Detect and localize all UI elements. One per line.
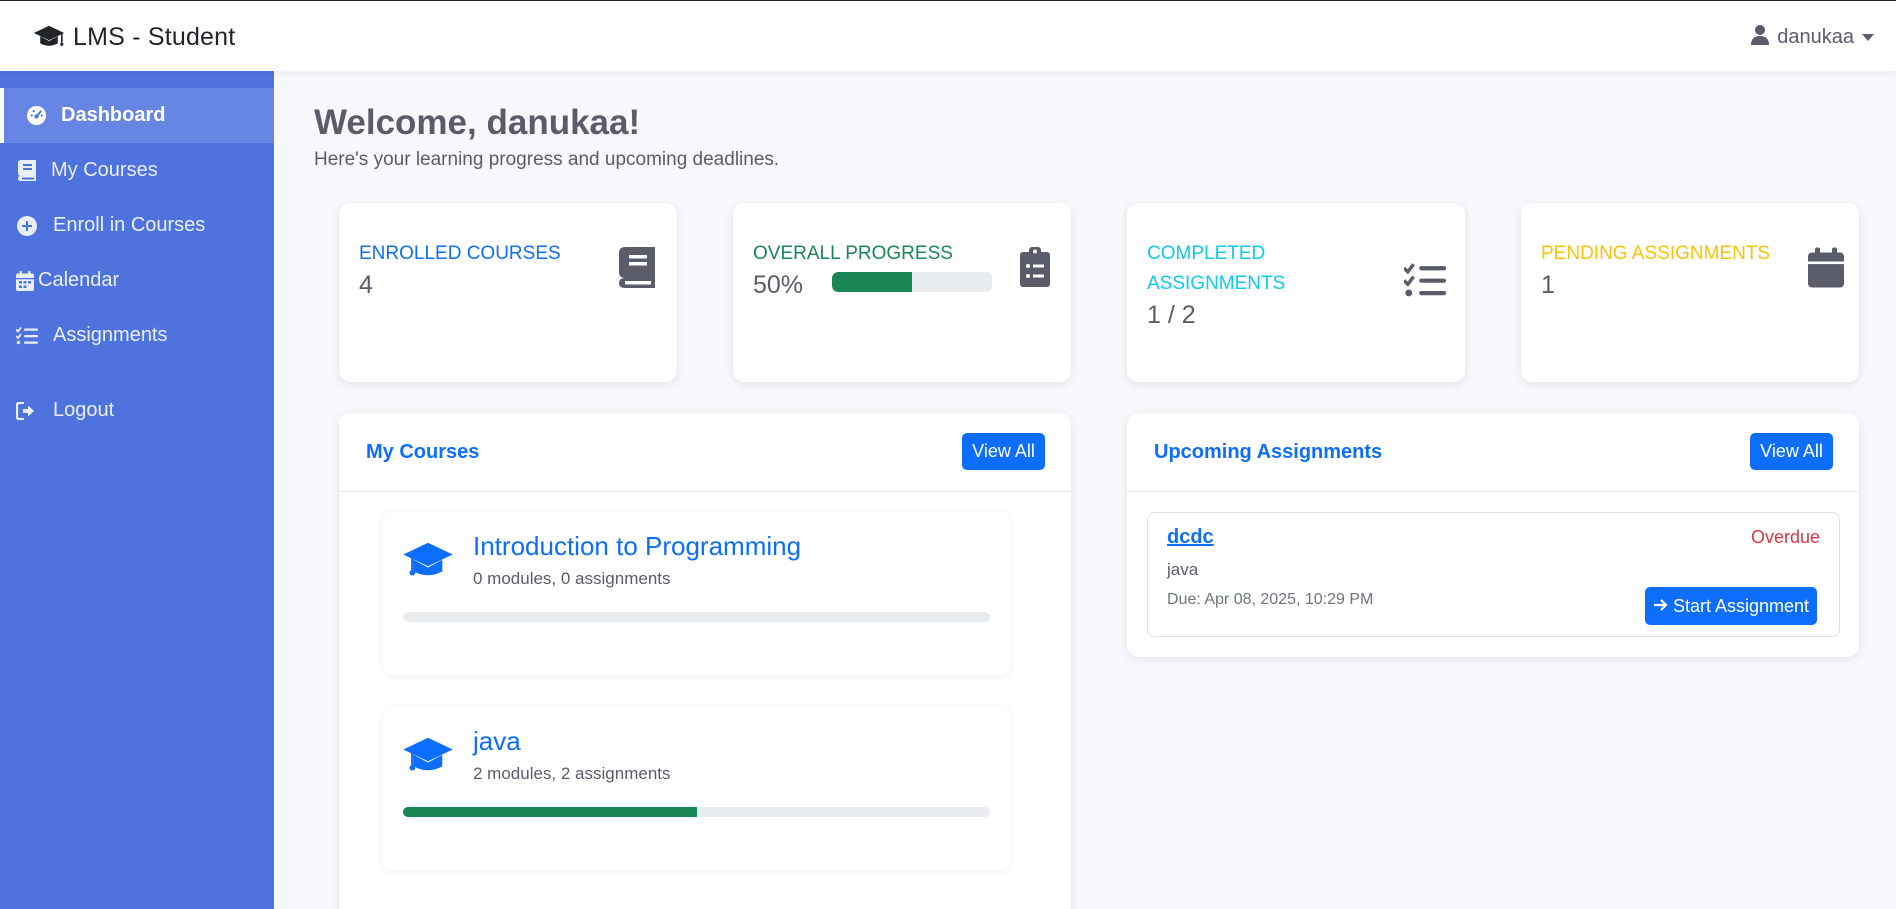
dashboard-gauge-icon [24,104,48,128]
top-navbar: LMS - Student danukaa [0,0,1896,71]
overall-progress-bar [832,272,992,292]
panel-header: Upcoming Assignments View All [1127,413,1859,492]
tasks-list-icon [15,324,39,348]
sidebar-item-enroll[interactable]: Enroll in Courses [0,198,274,253]
sidebar-item-label: Assignments [53,324,168,346]
stat-card-completed: COMPLETED ASSIGNMENTS 1 / 2 [1127,203,1465,382]
upcoming-assignments-panel: Upcoming Assignments View All dcdc Overd… [1127,413,1859,657]
graduation-cap-icon [402,735,454,777]
stat-card-enrolled: ENROLLED COURSES 4 [339,203,677,382]
brand-link[interactable]: LMS - Student [33,21,235,53]
course-card[interactable]: java 2 modules, 2 assignments [383,707,1010,870]
user-dropdown[interactable]: danukaa [1751,25,1874,50]
view-all-courses-button[interactable]: View All [962,433,1045,470]
status-badge: Overdue [1750,527,1820,547]
sidebar-item-dashboard[interactable]: Dashboard [0,88,274,143]
start-assignment-button[interactable]: Start Assignment [1645,587,1817,625]
graduation-cap-icon [33,21,65,53]
stat-card-pending: PENDING ASSIGNMENTS 1 [1521,203,1859,382]
stat-label: OVERALL PROGRESS [753,243,953,264]
my-courses-panel: My Courses View All Introduction to Prog… [339,413,1071,909]
user-icon [1751,25,1770,50]
book-icon [615,245,659,289]
stat-label: PENDING ASSIGNMENTS [1541,243,1771,264]
sidebar-item-my-courses[interactable]: My Courses [0,143,274,198]
course-progress-bar [403,807,990,817]
sidebar-item-label: Calendar [38,269,120,291]
sidebar-item-assignments[interactable]: Assignments [0,308,274,363]
page-subtitle: Here's your learning progress and upcomi… [314,149,780,170]
assignment-name-link[interactable]: dcdc [1167,526,1214,549]
sidebar-item-label: Enroll in Courses [53,214,206,236]
assignment-due-date: Due: Apr 08, 2025, 10:29 PM [1167,591,1374,608]
assignment-item: dcdc Overdue java Due: Apr 08, 2025, 10:… [1147,512,1840,637]
stat-value: 50% [753,271,804,299]
stat-value: 4 [359,271,373,299]
caret-down-icon [1862,29,1874,47]
tasks-list-icon [1403,258,1447,302]
calendar-icon [15,269,35,293]
sign-out-icon [15,399,39,423]
sidebar-item-logout[interactable]: Logout [0,383,274,438]
sidebar-item-label: Dashboard [61,104,166,126]
sidebar-item-calendar[interactable]: Calendar [0,253,274,308]
main-content: Welcome, danukaa! Here's your learning p… [274,71,1896,909]
assignment-course: java [1167,560,1199,579]
stat-label: ENROLLED COURSES [359,243,561,264]
start-assignment-label: Start Assignment [1672,595,1810,616]
stat-value: 1 / 2 [1147,301,1196,329]
course-progress-fill [403,807,697,817]
course-card[interactable]: Introduction to Programming 0 modules, 0… [383,512,1010,675]
stat-label: COMPLETED ASSIGNMENTS [1147,243,1286,294]
user-name: danukaa [1777,26,1854,48]
clipboard-list-icon [1013,245,1057,289]
page-title: Welcome, danukaa! [314,103,641,142]
course-progress-bar [403,612,990,622]
panel-title: My Courses [366,441,480,463]
book-icon [15,159,39,183]
calendar-icon [1804,245,1848,289]
stat-card-progress: OVERALL PROGRESS 50% [733,203,1071,382]
overall-progress-fill [832,272,912,292]
plus-circle-icon [15,214,39,238]
course-title[interactable]: java [473,726,521,757]
panel-title: Upcoming Assignments [1154,441,1383,463]
sidebar-item-label: My Courses [51,159,158,181]
arrow-right-icon [1653,596,1668,617]
panel-header: My Courses View All [339,413,1071,492]
graduation-cap-icon [402,540,454,582]
view-all-assignments-button[interactable]: View All [1750,433,1833,470]
course-meta: 0 modules, 0 assignments [473,569,671,588]
sidebar-item-label: Logout [53,399,115,421]
brand-name: LMS - Student [73,22,236,51]
stat-value: 1 [1541,271,1555,299]
course-title[interactable]: Introduction to Programming [473,531,801,562]
course-meta: 2 modules, 2 assignments [473,764,671,783]
sidebar: Dashboard My Courses Enroll in Courses C… [0,71,274,909]
